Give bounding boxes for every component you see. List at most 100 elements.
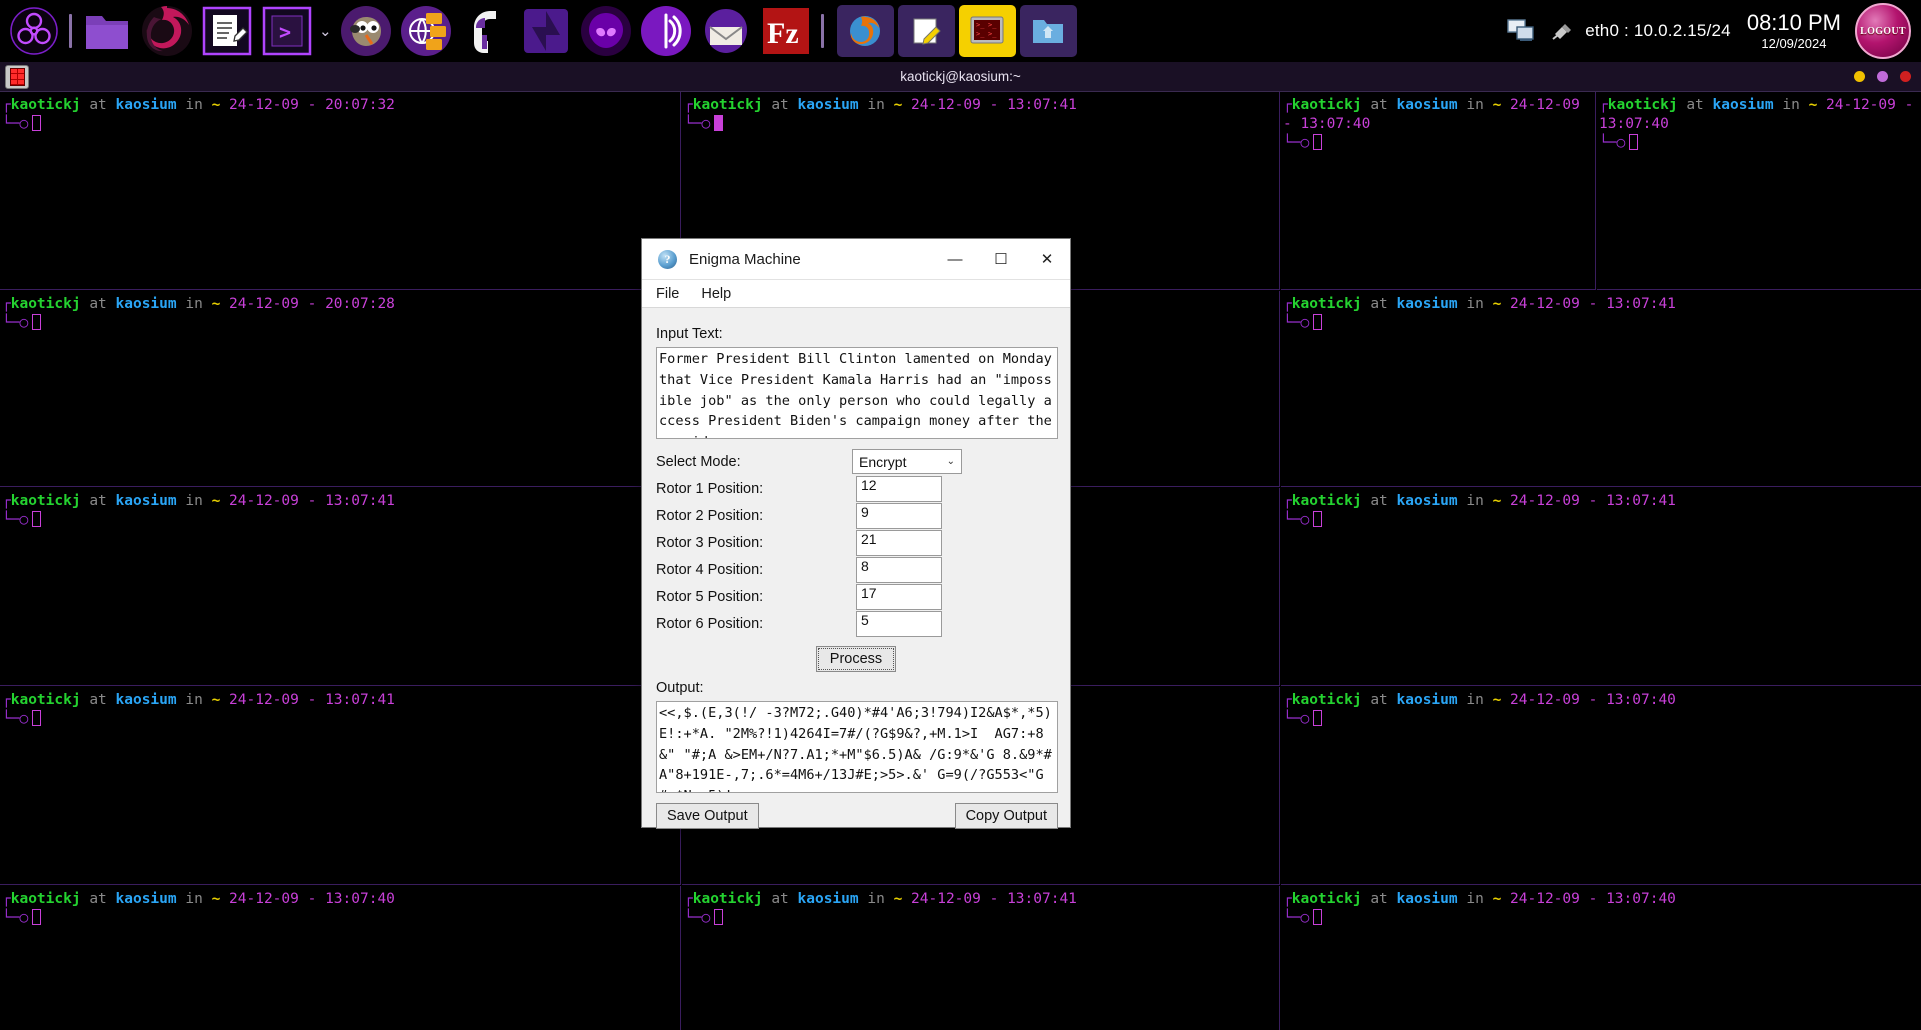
save-output-button[interactable]: Save Output bbox=[656, 803, 759, 829]
terminal-pane[interactable]: ┌kaotickj at kaosium in ~ 24-12-09 - 13:… bbox=[1281, 291, 1921, 487]
rotor-5-input[interactable]: 17 bbox=[856, 583, 942, 610]
rotor-4-row: Rotor 4 Position: 8 bbox=[656, 556, 1056, 583]
rotor-5-row: Rotor 5 Position: 17 bbox=[656, 583, 1056, 610]
rotor-1-row: Rotor 1 Position: 12 bbox=[656, 475, 1056, 502]
minimize-button[interactable] bbox=[1854, 71, 1865, 82]
terminal-pane[interactable]: ┌kaotickj at kaosium in ~ 24-12-09 - 13:… bbox=[682, 886, 1280, 1030]
rotor-6-row: Rotor 6 Position: 5 bbox=[656, 610, 1056, 637]
rotor-3-row: Rotor 3 Position: 21 bbox=[656, 529, 1056, 556]
rotor-4-input[interactable]: 8 bbox=[856, 556, 942, 583]
terminal-titlebar[interactable]: kaotickj@kaosium:~ bbox=[0, 62, 1921, 92]
taskbar-terminal[interactable]: >_ >_ >_ >_ bbox=[958, 5, 1016, 57]
shell-prompt: ┌kaotickj at kaosium in ~ 24-12-09 - 13:… bbox=[2, 493, 395, 528]
mode-dropdown[interactable]: Encrypt ⌄ bbox=[852, 449, 962, 474]
terminal-pane[interactable]: ┌kaotickj at kaosium in ~ 24-12-09 - 13:… bbox=[1597, 92, 1921, 290]
rotor-1-input[interactable]: 12 bbox=[856, 475, 942, 502]
output-text-field[interactable]: <<,$.(E,3(!/ -3?M72;.G40)*#4'A6;3!794)I2… bbox=[656, 701, 1058, 793]
terminal-icon[interactable]: > bbox=[259, 3, 315, 59]
alien-icon[interactable] bbox=[578, 3, 634, 59]
enigma-menubar: File Help bbox=[642, 280, 1070, 308]
terminal-pane[interactable]: ┌kaotickj at kaosium in ~ 24-12-09 - 13:… bbox=[1281, 886, 1921, 1030]
taskbar-notepad[interactable] bbox=[897, 5, 955, 57]
top-panel: > ⌄ Fz >_ >_ >_ >_ eth0: 10.0.2.15/24 0… bbox=[0, 0, 1921, 62]
svg-text:>_: >_ bbox=[976, 21, 985, 29]
shell-prompt: ┌kaotickj at kaosium in ~ 24-12-09 - 20:… bbox=[2, 97, 395, 132]
maximize-button[interactable] bbox=[1877, 71, 1888, 82]
output-actions: Save Output Copy Output bbox=[656, 803, 1058, 829]
svg-text:>_: >_ bbox=[988, 30, 997, 38]
clock[interactable]: 08:10 PM 12/09/2024 bbox=[1746, 9, 1841, 52]
rotor-5-label: Rotor 5 Position: bbox=[656, 588, 764, 605]
logout-button[interactable]: LOGOUT bbox=[1855, 3, 1911, 59]
taskbar-firefox[interactable] bbox=[836, 5, 894, 57]
rotor-4-label: Rotor 4 Position: bbox=[656, 561, 764, 578]
enigma-window-controls: — ☐ ✕ bbox=[932, 239, 1070, 280]
network-label: eth0 : 10.0.2.15/24 bbox=[1585, 21, 1731, 40]
rotor-1-label: Rotor 1 Position: bbox=[656, 480, 764, 497]
shell-prompt: ┌kaotickj at kaosium in ~ 24-12-09 - 13:… bbox=[1283, 296, 1676, 331]
text-editor-icon[interactable] bbox=[199, 3, 255, 59]
tor-browser-icon[interactable] bbox=[638, 3, 694, 59]
terminal-pane[interactable]: ┌kaotickj at kaosium in ~ 24-12-09 - 13:… bbox=[0, 886, 681, 1030]
copy-output-button[interactable]: Copy Output bbox=[954, 803, 1058, 829]
enigma-minimize-button[interactable]: — bbox=[932, 239, 978, 280]
mode-row: Select Mode: Encrypt ⌄ bbox=[656, 448, 1056, 475]
rotor-6-input[interactable]: 5 bbox=[856, 610, 942, 637]
rotor-6-label: Rotor 6 Position: bbox=[656, 615, 764, 632]
svg-text:>_: >_ bbox=[988, 21, 997, 29]
shell-prompt: ┌kaotickj at kaosium in ~ 24-12-09 - 13:… bbox=[2, 891, 395, 926]
biohazard-logo-icon[interactable] bbox=[6, 3, 62, 59]
terminal-pane[interactable]: ┌kaotickj at kaosium in ~ 24-12-09 - 20:… bbox=[0, 291, 681, 487]
enigma-maximize-button[interactable]: ☐ bbox=[978, 239, 1024, 280]
launcher-strip: > ⌄ Fz >_ >_ >_ >_ bbox=[0, 0, 1079, 62]
burp-suite-icon[interactable] bbox=[458, 3, 514, 59]
network-shares-icon[interactable] bbox=[398, 3, 454, 59]
display-settings-icon[interactable] bbox=[1507, 18, 1535, 44]
terminal-pane[interactable]: ┌kaotickj at kaosium in ~ 24-12-09 - 13:… bbox=[1281, 92, 1596, 290]
enigma-close-button[interactable]: ✕ bbox=[1024, 239, 1070, 280]
input-text-label: Input Text: bbox=[656, 326, 723, 342]
menu-file[interactable]: File bbox=[656, 286, 679, 302]
file-manager-icon[interactable] bbox=[79, 3, 135, 59]
rotor-2-input[interactable]: 9 bbox=[856, 502, 942, 529]
shell-prompt: ┌kaotickj at kaosium in ~ 24-12-09 - 20:… bbox=[2, 296, 395, 331]
input-text-field[interactable]: Former President Bill Clinton lamented o… bbox=[656, 347, 1058, 439]
rotor-3-input[interactable]: 21 bbox=[856, 529, 942, 556]
thunderbird-icon[interactable] bbox=[698, 3, 754, 59]
filezilla-icon[interactable]: Fz bbox=[758, 3, 814, 59]
process-button[interactable]: Process bbox=[815, 646, 897, 672]
svg-text:Fz: Fz bbox=[767, 17, 799, 50]
terminal-pane[interactable]: ┌kaotickj at kaosium in ~ 24-12-09 - 13:… bbox=[1281, 687, 1921, 885]
shell-prompt: ┌kaotickj at kaosium in ~ 24-12-09 - 13:… bbox=[684, 891, 1077, 926]
rotor-2-row: Rotor 2 Position: 9 bbox=[656, 502, 1056, 529]
gimp-icon[interactable] bbox=[338, 3, 394, 59]
rotor-2-label: Rotor 2 Position: bbox=[656, 507, 764, 524]
enigma-titlebar[interactable]: ? Enigma Machine — ☐ ✕ bbox=[642, 239, 1070, 280]
network-status[interactable]: eth0 : 10.0.2.15/24 bbox=[1551, 19, 1731, 43]
zap-icon[interactable] bbox=[518, 3, 574, 59]
chevron-down-icon[interactable]: ⌄ bbox=[319, 22, 332, 40]
mode-dropdown-value: Encrypt bbox=[859, 453, 907, 470]
launcher-separator bbox=[69, 14, 72, 48]
menu-help[interactable]: Help bbox=[701, 286, 731, 302]
close-button[interactable] bbox=[1900, 71, 1911, 82]
terminal-pane[interactable]: ┌kaotickj at kaosium in ~ 24-12-09 - 13:… bbox=[1281, 488, 1921, 686]
rotor-3-label: Rotor 3 Position: bbox=[656, 534, 764, 551]
select-mode-label: Select Mode: bbox=[656, 453, 741, 470]
svg-text:>: > bbox=[279, 20, 291, 44]
shell-prompt: ┌kaotickj at kaosium in ~ 24-12-09 - 13:… bbox=[1283, 493, 1676, 528]
shell-prompt: ┌kaotickj at kaosium in ~ 24-12-09 - 13:… bbox=[1283, 97, 1580, 151]
question-mark-globe-icon: ? bbox=[658, 249, 677, 269]
terminal-pane[interactable]: ┌kaotickj at kaosium in ~ 24-12-09 - 13:… bbox=[0, 488, 681, 686]
clock-date: 12/09/2024 bbox=[1761, 35, 1827, 51]
clock-time: 08:10 PM bbox=[1746, 9, 1841, 35]
shell-prompt: ┌kaotickj at kaosium in ~ 24-12-09 - 13:… bbox=[1283, 692, 1676, 727]
output-label: Output: bbox=[656, 680, 704, 696]
shell-prompt: ┌kaotickj at kaosium in ~ 24-12-09 - 13:… bbox=[2, 692, 395, 727]
terminal-pane[interactable]: ┌kaotickj at kaosium in ~ 24-12-09 - 13:… bbox=[0, 687, 681, 885]
terminal-pane[interactable]: ┌kaotickj at kaosium in ~ 24-12-09 - 20:… bbox=[0, 92, 681, 290]
svg-text:>_: >_ bbox=[976, 30, 985, 38]
chevron-down-icon: ⌄ bbox=[946, 456, 955, 467]
taskbar-files[interactable] bbox=[1019, 5, 1077, 57]
firefox-dev-icon[interactable] bbox=[139, 3, 195, 59]
